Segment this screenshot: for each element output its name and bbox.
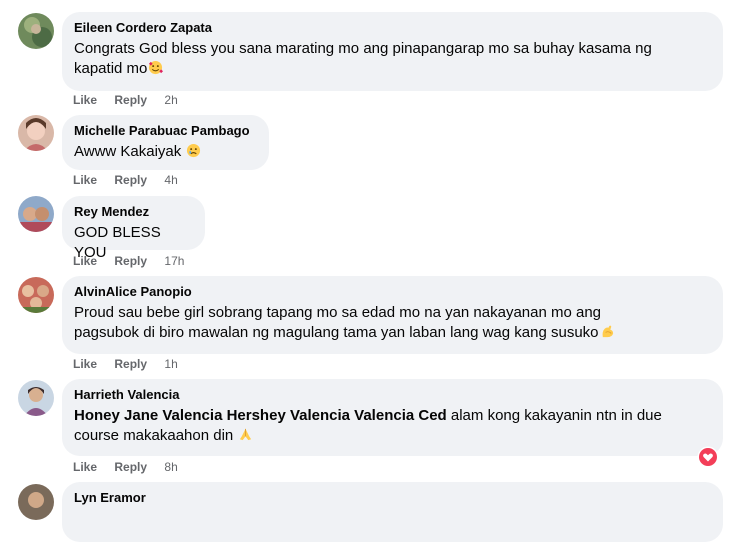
comment-bubble: Eileen Cordero Zapata Congrats God bless… <box>62 12 723 91</box>
timestamp[interactable]: 2h <box>164 93 177 107</box>
comment-text: Honey Jane Valencia Hershey Valencia Val… <box>74 407 662 444</box>
comment-text: Proud sau bebe girl sobrang tapang mo sa… <box>74 303 711 343</box>
like-button[interactable]: Like <box>73 93 97 107</box>
like-button[interactable]: Like <box>73 460 97 474</box>
comment-author[interactable]: Eileen Cordero Zapata <box>74 20 711 36</box>
comment-bubble: Michelle Parabuac Pambago Awww Kakaiyak <box>62 115 269 170</box>
reply-button[interactable]: Reply <box>114 254 147 268</box>
comment-bubble: Rey Mendez GOD BLESS YOU <box>62 196 205 261</box>
smiling-face-with-hearts-icon <box>149 60 164 75</box>
timestamp[interactable]: 4h <box>164 173 177 187</box>
comment-author[interactable]: Michelle Parabuac Pambago <box>74 123 257 139</box>
comment-author[interactable]: Lyn Eramor <box>74 490 711 506</box>
flexed-biceps-icon <box>602 325 613 338</box>
comment-text: Congrats God bless you sana marating mo … <box>74 40 652 77</box>
comment-actions: Like Reply 4h <box>73 172 192 188</box>
like-button[interactable]: Like <box>73 173 97 187</box>
timestamp[interactable]: 8h <box>164 460 177 474</box>
comment-author[interactable]: Harrieth Valencia <box>74 387 711 403</box>
comment-bubble: Harrieth Valencia Honey Jane Valencia He… <box>62 379 723 456</box>
avatar[interactable] <box>18 196 54 232</box>
comment-actions: Like Reply 8h <box>73 459 192 475</box>
reply-button[interactable]: Reply <box>114 460 147 474</box>
like-button[interactable]: Like <box>73 357 97 371</box>
avatar[interactable] <box>18 380 54 416</box>
love-reaction-icon[interactable] <box>697 446 719 468</box>
reply-button[interactable]: Reply <box>114 357 147 371</box>
avatar[interactable] <box>18 13 54 49</box>
comment-author[interactable]: Rey Mendez <box>74 204 193 220</box>
timestamp[interactable]: 17h <box>164 254 184 268</box>
comment-author[interactable]: AlvinAlice Panopio <box>74 284 711 300</box>
comment-actions: Like Reply 2h <box>73 92 192 108</box>
timestamp[interactable]: 1h <box>164 357 177 371</box>
tagged-names-link[interactable]: Honey Jane Valencia Hershey Valencia Val… <box>74 407 447 424</box>
reply-button[interactable]: Reply <box>114 173 147 187</box>
comment-bubble: Lyn Eramor <box>62 482 723 542</box>
avatar[interactable] <box>18 115 54 151</box>
comment-actions: Like Reply 17h <box>73 253 198 269</box>
avatar[interactable] <box>18 277 54 313</box>
comment-bubble: AlvinAlice Panopio Proud sau bebe girl s… <box>62 276 723 354</box>
avatar[interactable] <box>18 484 54 520</box>
reply-button[interactable]: Reply <box>114 93 147 107</box>
folded-hands-icon <box>240 428 252 441</box>
like-button[interactable]: Like <box>73 254 97 268</box>
comment-actions: Like Reply 1h <box>73 356 192 372</box>
comment-text: Awww Kakaiyak <box>74 142 257 162</box>
crying-face-icon <box>187 143 201 158</box>
